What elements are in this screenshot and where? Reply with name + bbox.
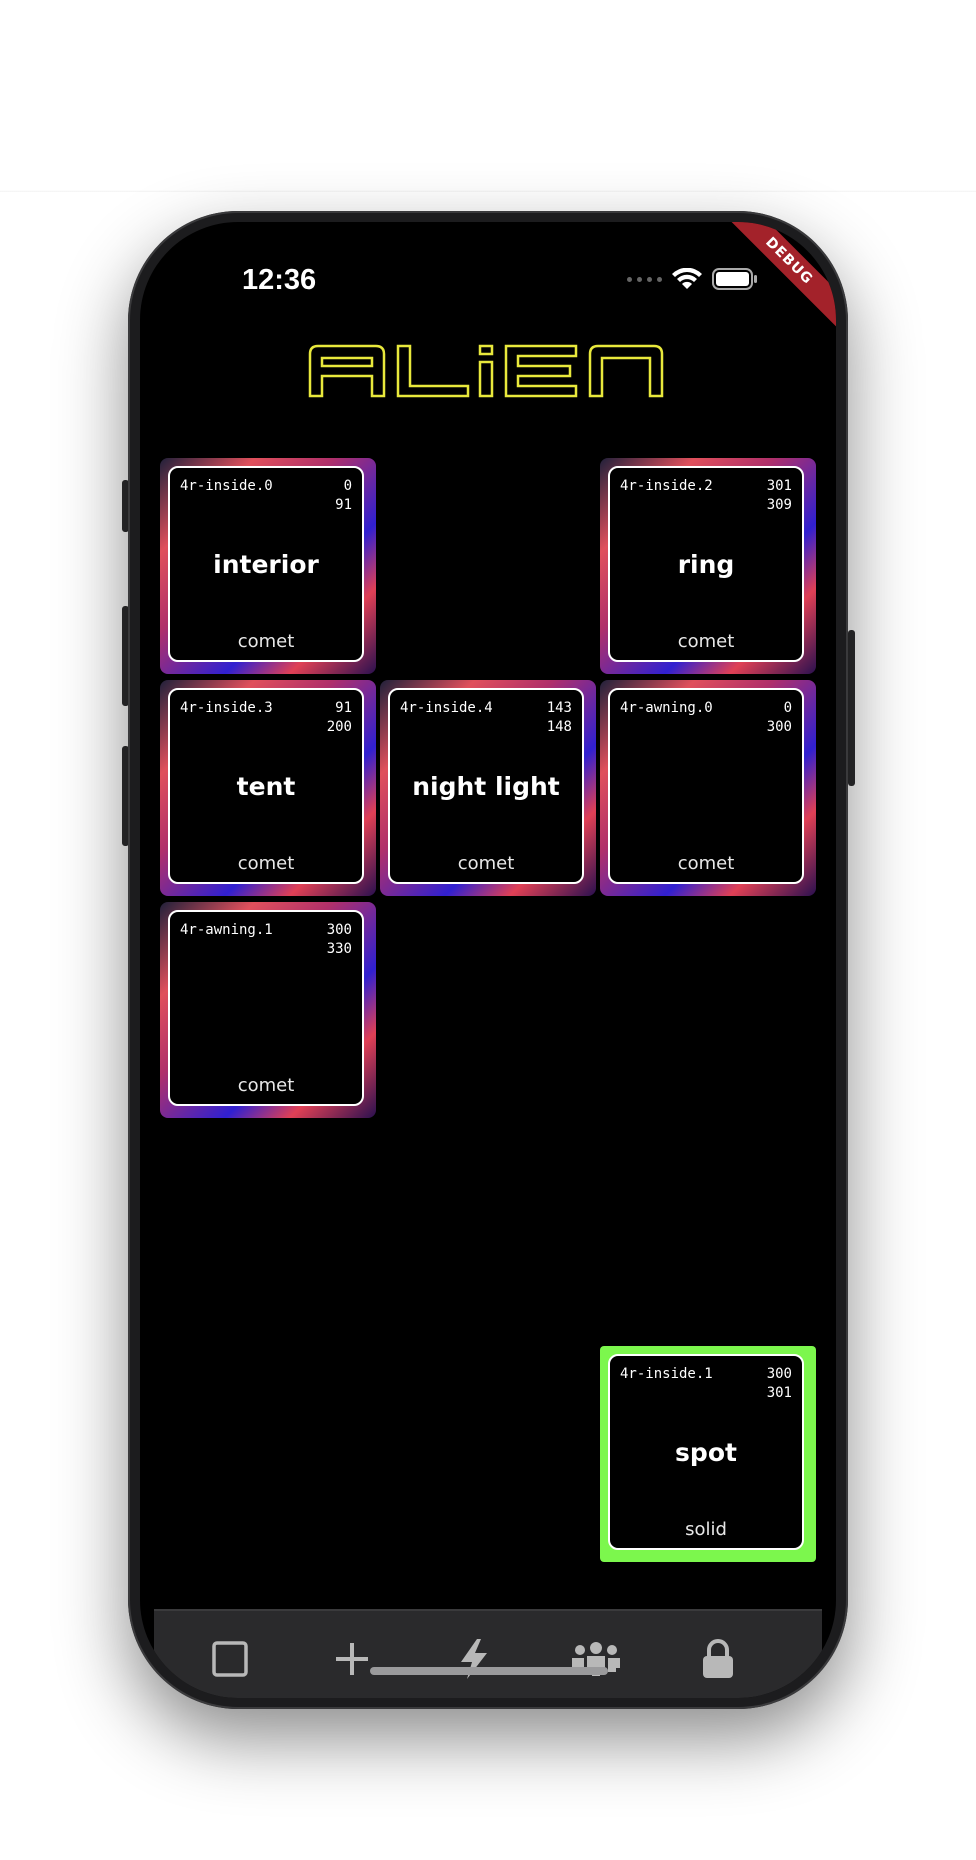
tile-awning-1[interactable]: 4r-awning.1 300 330 comet xyxy=(160,902,376,1118)
status-time: 12:36 xyxy=(242,264,317,296)
tile-start: 300 xyxy=(326,922,352,938)
plus-icon xyxy=(336,1643,368,1675)
tile-start: 143 xyxy=(546,700,572,716)
battery-icon xyxy=(712,268,757,290)
tile-label: tent xyxy=(236,772,296,801)
tile-interior[interactable]: 4r-inside.0 0 91 interior comet xyxy=(160,458,376,674)
tile-id: 4r-inside.2 xyxy=(620,478,713,494)
app-logo xyxy=(308,344,664,402)
tile-id: 4r-awning.1 xyxy=(180,922,273,938)
backdrop xyxy=(0,0,976,192)
tile-body: 4r-inside.0 0 91 interior comet xyxy=(168,466,364,662)
tile-label: ring xyxy=(677,550,735,579)
tile-night-light[interactable]: 4r-inside.4 143 148 night light comet xyxy=(380,680,596,896)
tile-body: 4r-awning.0 0 300 comet xyxy=(608,688,804,884)
tile-end: 148 xyxy=(546,719,572,735)
tile-id: 4r-inside.3 xyxy=(180,700,273,716)
tab-lightning[interactable] xyxy=(446,1631,502,1687)
tile-tent[interactable]: 4r-inside.3 91 200 tent comet xyxy=(160,680,376,896)
tile-body: 4r-inside.4 143 148 night light comet xyxy=(388,688,584,884)
tile-start: 0 xyxy=(343,478,352,494)
tile-ring[interactable]: 4r-inside.2 301 309 ring comet xyxy=(600,458,816,674)
tile-label: interior xyxy=(213,550,319,579)
tile-id: 4r-inside.1 xyxy=(620,1366,713,1382)
tile-mode: comet xyxy=(237,853,295,874)
tile-mode: comet xyxy=(677,853,735,874)
lock-icon xyxy=(703,1639,733,1678)
tile-spot[interactable]: 4r-inside.1 300 301 spot solid xyxy=(600,1346,816,1562)
tile-id: 4r-inside.4 xyxy=(400,700,493,716)
tile-label: night light xyxy=(412,772,560,801)
tile-end: 200 xyxy=(326,719,352,735)
alien-logo-icon xyxy=(308,344,664,398)
tile-end: 300 xyxy=(766,719,792,735)
cellular-signal-icon xyxy=(627,276,662,282)
home-indicator[interactable] xyxy=(370,1667,608,1675)
tile-start: 91 xyxy=(335,700,352,716)
tile-mode: comet xyxy=(237,1075,295,1096)
tab-lock[interactable] xyxy=(690,1631,746,1687)
tile-mode: comet xyxy=(457,853,515,874)
tile-mode: comet xyxy=(677,631,735,652)
tile-mode: comet xyxy=(237,631,295,652)
tile-body: 4r-inside.3 91 200 tent comet xyxy=(168,688,364,884)
tile-body: 4r-inside.1 300 301 spot solid xyxy=(608,1354,804,1550)
tile-body: 4r-inside.2 301 309 ring comet xyxy=(608,466,804,662)
tile-end: 330 xyxy=(326,941,352,957)
tile-start: 301 xyxy=(766,478,792,494)
tile-label: spot xyxy=(675,1438,737,1467)
app-screen: 12:36 DEBUG 4r-inside.0 0 91 interior co… xyxy=(140,222,836,1698)
wifi-icon xyxy=(672,268,702,289)
tile-start: 0 xyxy=(783,700,792,716)
tile-body: 4r-awning.1 300 330 comet xyxy=(168,910,364,1106)
power-button xyxy=(848,630,855,786)
tile-id: 4r-inside.0 xyxy=(180,478,273,494)
tile-start: 300 xyxy=(766,1366,792,1382)
tab-square[interactable] xyxy=(202,1631,258,1687)
tile-mode: solid xyxy=(685,1519,727,1540)
status-icons xyxy=(627,268,758,290)
tab-add[interactable] xyxy=(324,1631,380,1687)
tile-end: 301 xyxy=(766,1385,792,1401)
tab-group[interactable] xyxy=(568,1631,624,1687)
tile-end: 309 xyxy=(766,497,792,513)
square-icon xyxy=(212,1641,248,1677)
tile-awning-0[interactable]: 4r-awning.0 0 300 comet xyxy=(600,680,816,896)
tab-bar xyxy=(154,1609,822,1698)
tile-id: 4r-awning.0 xyxy=(620,700,713,716)
tile-end: 91 xyxy=(335,497,352,513)
